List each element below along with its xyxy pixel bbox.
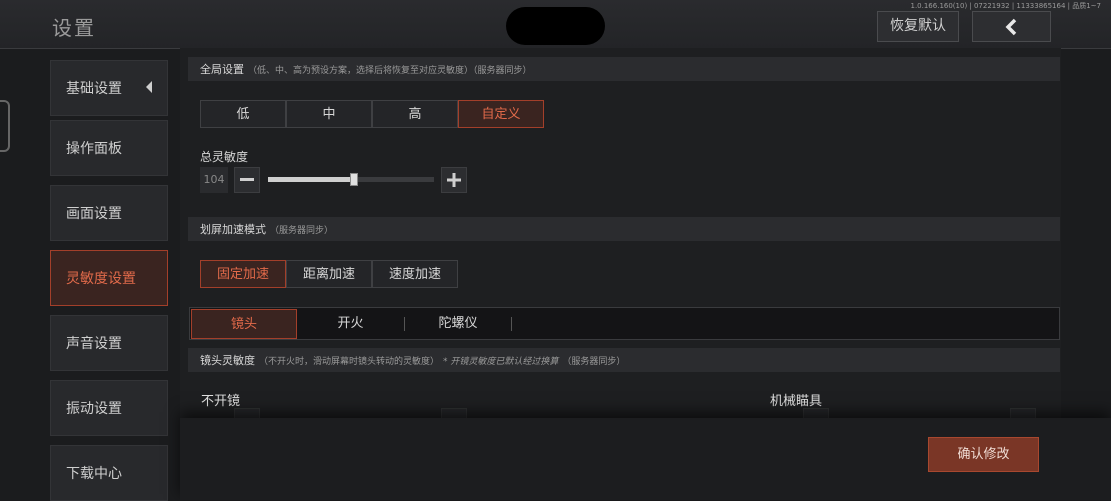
no-scope-label: 不开镜 [201, 394, 241, 409]
total-sensitivity-slider[interactable] [268, 173, 434, 186]
section-title: 全局设置 [200, 63, 244, 76]
sidebar-item-label: 画面设置 [66, 206, 122, 222]
swipe-speed[interactable]: 速度加速 [372, 260, 458, 288]
sidebar-item-label: 下载中心 [66, 466, 122, 482]
sensitivity-tab-bar: 镜头 开火 陀螺仪 [189, 307, 1060, 340]
section-header-global: 全局设置 （低、中、高为预设方案，选择后将恢复至对应灵敏度）（服务器同步） [188, 57, 1060, 81]
section-note-italic: * 开镜灵敏度已默认经过换算 [443, 356, 559, 367]
sidebar-item-graphics[interactable]: 画面设置 [50, 185, 168, 241]
edge-handle [0, 100, 10, 152]
sidebar-item-vibration[interactable]: 振动设置 [50, 380, 168, 436]
tab-lens[interactable]: 镜头 [191, 309, 297, 339]
sidebar-item-label: 基础设置 [66, 81, 122, 97]
minus-icon [240, 178, 254, 181]
slider-fill [268, 177, 355, 182]
section-title: 镜头灵敏度 [200, 354, 255, 367]
sidebar-item-basic[interactable]: 基础设置 [50, 60, 168, 116]
tab-gyro[interactable]: 陀螺仪 [405, 309, 511, 339]
iron-sight-label: 机械瞄具 [770, 394, 823, 409]
camera-notch [506, 7, 605, 45]
section-note: （低、中、高为预设方案，选择后将恢复至对应灵敏度）（服务器同步） [248, 65, 532, 76]
swipe-mode-selector: 固定加速 距离加速 速度加速 [200, 260, 458, 288]
sidebar-item-sensitivity[interactable]: 灵敏度设置 [50, 250, 168, 306]
slider-thumb[interactable] [350, 173, 359, 186]
plus-icon [447, 173, 461, 187]
sidebar-item-panel[interactable]: 操作面板 [50, 120, 168, 176]
back-button[interactable] [972, 11, 1051, 42]
section-note-tail: （服务器同步） [562, 356, 626, 367]
reset-default-button[interactable]: 恢复默认 [877, 11, 959, 42]
sidebar-item-download[interactable]: 下载中心 [50, 445, 168, 501]
tab-fire[interactable]: 开火 [297, 309, 404, 339]
section-title: 划屏加速模式 [200, 223, 266, 236]
total-sensitivity-label: 总灵敏度 [200, 150, 249, 164]
section-header-lens: 镜头灵敏度 （不开火时，滑动屏幕时镜头转动的灵敏度） * 开镜灵敏度已默认经过换… [188, 348, 1060, 372]
version-text: 1.0.166.160(10) | 07221932 | 11333865164… [910, 2, 1102, 10]
decrease-button[interactable] [234, 167, 260, 193]
section-note: （不开火时，滑动屏幕时镜头转动的灵敏度） [259, 356, 440, 367]
back-arrow-icon [1005, 18, 1016, 35]
swipe-fixed[interactable]: 固定加速 [200, 260, 286, 288]
preset-selector: 低 中 高 自定义 [200, 100, 545, 128]
page-title: 设置 [52, 16, 96, 40]
tab-divider [511, 317, 512, 331]
section-header-swipe: 划屏加速模式 （服务器同步） [188, 217, 1060, 241]
sidebar-item-sound[interactable]: 声音设置 [50, 315, 168, 371]
sidebar-item-label: 声音设置 [66, 336, 122, 352]
total-sensitivity-value[interactable]: 104 [200, 167, 228, 193]
preset-high[interactable]: 高 [372, 100, 458, 128]
sidebar-item-label: 操作面板 [66, 141, 122, 157]
preset-low[interactable]: 低 [200, 100, 286, 128]
swipe-distance[interactable]: 距离加速 [286, 260, 372, 288]
section-note: （服务器同步） [270, 225, 334, 236]
sidebar-item-label: 灵敏度设置 [66, 271, 136, 287]
preset-custom[interactable]: 自定义 [458, 100, 544, 128]
collapse-chevron-icon[interactable] [145, 80, 153, 94]
preset-medium[interactable]: 中 [286, 100, 372, 128]
increase-button[interactable] [441, 167, 467, 193]
confirm-changes-button[interactable]: 确认修改 [928, 437, 1039, 472]
sidebar-item-label: 振动设置 [66, 401, 122, 417]
